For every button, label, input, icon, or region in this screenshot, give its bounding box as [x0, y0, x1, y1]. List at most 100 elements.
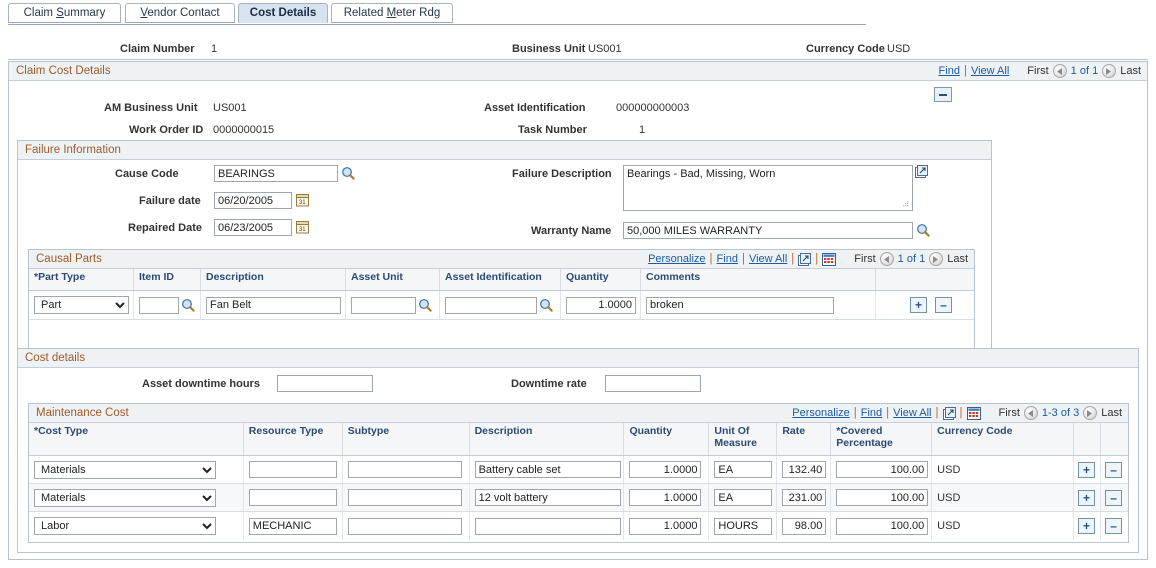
column-header-subtype[interactable]: Subtype	[343, 423, 470, 455]
subtype-input[interactable]	[347, 517, 462, 535]
asset-unit-lookup-icon[interactable]	[418, 298, 432, 312]
column-header-cost-description[interactable]: Description	[470, 423, 625, 455]
column-header-covered-percentage[interactable]: *Covered Percentage	[831, 423, 933, 455]
column-header-description[interactable]: Description	[201, 269, 346, 290]
cost-type-select[interactable]: Materials	[34, 488, 216, 507]
downtime-rate-input[interactable]	[605, 375, 701, 392]
cost-description-input[interactable]	[474, 489, 621, 506]
causal-parts-expand-icon[interactable]	[798, 252, 812, 266]
add-row-button[interactable]: +	[1078, 518, 1096, 534]
causal-parts-find-link[interactable]: Find	[717, 253, 738, 265]
cost-quantity-input[interactable]	[629, 489, 702, 506]
claim-cost-view-all-link[interactable]: View All	[971, 65, 1009, 77]
covered-percentage-input[interactable]	[836, 461, 929, 478]
causal-parts-view-all-link[interactable]: View All	[749, 253, 787, 265]
causal-parts-personalize-link[interactable]: Personalize	[648, 253, 705, 265]
column-header-asset-identification[interactable]: Asset Identification	[440, 269, 561, 290]
pager-next-icon[interactable]	[1083, 406, 1098, 420]
cause-code-input[interactable]	[214, 165, 338, 182]
column-header-cost-quantity[interactable]: Quantity	[624, 423, 710, 455]
failure-date-calendar-icon[interactable]: 31	[296, 193, 309, 207]
resource-type-input[interactable]	[248, 489, 337, 506]
pager-previous-icon[interactable]	[1023, 406, 1038, 420]
tab-vendor-contact[interactable]: Vendor Contact	[125, 3, 235, 23]
pager-next-icon[interactable]	[929, 252, 944, 266]
subtype-input[interactable]	[347, 461, 462, 478]
rate-input[interactable]	[782, 517, 827, 535]
cost-quantity-input[interactable]	[629, 517, 702, 535]
add-row-button[interactable]: +	[1078, 461, 1096, 478]
column-header-cost-type[interactable]: *Cost Type	[29, 423, 244, 455]
causal-parts-download-grid-icon[interactable]	[822, 252, 837, 266]
warranty-name-lookup-icon[interactable]	[916, 223, 930, 237]
asset-downtime-hours-input[interactable]	[277, 375, 373, 392]
column-header-resource-type[interactable]: Resource Type	[244, 423, 343, 455]
pager-first-label[interactable]: First	[999, 407, 1020, 419]
unit-of-measure-input[interactable]	[714, 461, 773, 478]
comments-input[interactable]	[646, 296, 834, 314]
add-row-button[interactable]: +	[1078, 489, 1096, 506]
item-id-input[interactable]	[139, 296, 179, 314]
asset-identification-lookup-icon[interactable]	[539, 298, 553, 312]
pager-last-label[interactable]: Last	[1120, 65, 1141, 77]
failure-date-input[interactable]	[214, 192, 292, 209]
column-header-rate[interactable]: Rate	[777, 423, 832, 455]
column-header-quantity[interactable]: Quantity	[561, 269, 641, 290]
delete-row-button[interactable]: –	[935, 297, 952, 313]
resource-type-input[interactable]	[248, 461, 337, 478]
cause-code-lookup-icon[interactable]	[341, 166, 355, 180]
maintenance-cost-personalize-link[interactable]: Personalize	[792, 407, 849, 419]
failure-description-textarea[interactable]	[623, 165, 913, 211]
pager-previous-icon[interactable]	[879, 252, 894, 266]
column-header-item-id[interactable]: Item ID	[134, 269, 201, 290]
cost-description-input[interactable]	[474, 461, 621, 478]
pager-last-label[interactable]: Last	[1101, 407, 1122, 419]
delete-row-button[interactable]: –	[1105, 461, 1123, 478]
repaired-date-calendar-icon[interactable]: 31	[296, 220, 309, 234]
maintenance-cost-find-link[interactable]: Find	[861, 407, 882, 419]
subtype-input[interactable]	[347, 489, 462, 506]
part-quantity-input[interactable]	[566, 296, 636, 314]
cost-quantity-input[interactable]	[629, 461, 702, 478]
part-description-input[interactable]	[206, 296, 341, 314]
resource-type-input[interactable]	[248, 517, 337, 535]
maintenance-cost-view-all-link[interactable]: View All	[893, 407, 931, 419]
delete-row-button[interactable]: –	[1105, 518, 1123, 534]
part-type-select[interactable]: Part	[34, 296, 129, 314]
covered-percentage-input[interactable]	[836, 489, 929, 506]
pager-previous-icon[interactable]	[1052, 64, 1067, 78]
repaired-date-input[interactable]	[214, 219, 292, 236]
add-row-button[interactable]: +	[910, 297, 927, 313]
failure-description-expand-icon[interactable]	[915, 165, 928, 178]
cost-type-select[interactable]: Materials	[34, 460, 216, 479]
rate-input[interactable]	[782, 489, 827, 506]
tab-cost-details[interactable]: Cost Details	[238, 3, 328, 23]
column-header-currency-code[interactable]: Currency Code	[932, 423, 1075, 455]
delete-row-button[interactable]: –	[1105, 489, 1123, 506]
item-id-lookup-icon[interactable]	[181, 298, 195, 312]
covered-percentage-input[interactable]	[836, 517, 929, 535]
column-header-unit-of-measure[interactable]: Unit Of Measure	[709, 423, 778, 455]
warranty-name-input[interactable]	[623, 222, 913, 239]
column-header-part-type[interactable]: *Part Type	[29, 269, 134, 290]
column-header-comments[interactable]: Comments	[641, 269, 876, 290]
column-header-asset-unit[interactable]: Asset Unit	[346, 269, 440, 290]
unit-of-measure-input[interactable]	[714, 517, 773, 535]
claim-cost-find-link[interactable]: Find	[939, 65, 960, 77]
pager-first-label[interactable]: First	[854, 253, 875, 265]
maintenance-cost-download-grid-icon[interactable]	[966, 406, 981, 420]
pager-first-label[interactable]: First	[1027, 65, 1048, 77]
collapse-section-button[interactable]	[934, 87, 952, 102]
asset-unit-input[interactable]	[351, 296, 416, 314]
cost-description-input[interactable]	[474, 517, 621, 535]
row-asset-identification-input[interactable]	[445, 296, 537, 314]
pager-next-icon[interactable]	[1102, 64, 1117, 78]
tab-related-meter-rdg[interactable]: Related Meter Rdg	[331, 3, 453, 23]
textarea-resize-grip[interactable]	[902, 199, 909, 207]
rate-input[interactable]	[782, 461, 827, 478]
cost-type-select[interactable]: Labor	[34, 517, 216, 535]
pager-last-label[interactable]: Last	[947, 253, 968, 265]
unit-of-measure-input[interactable]	[714, 489, 773, 506]
maintenance-cost-expand-icon[interactable]	[942, 406, 956, 420]
tab-claim-summary[interactable]: Claim Summary	[8, 3, 121, 23]
